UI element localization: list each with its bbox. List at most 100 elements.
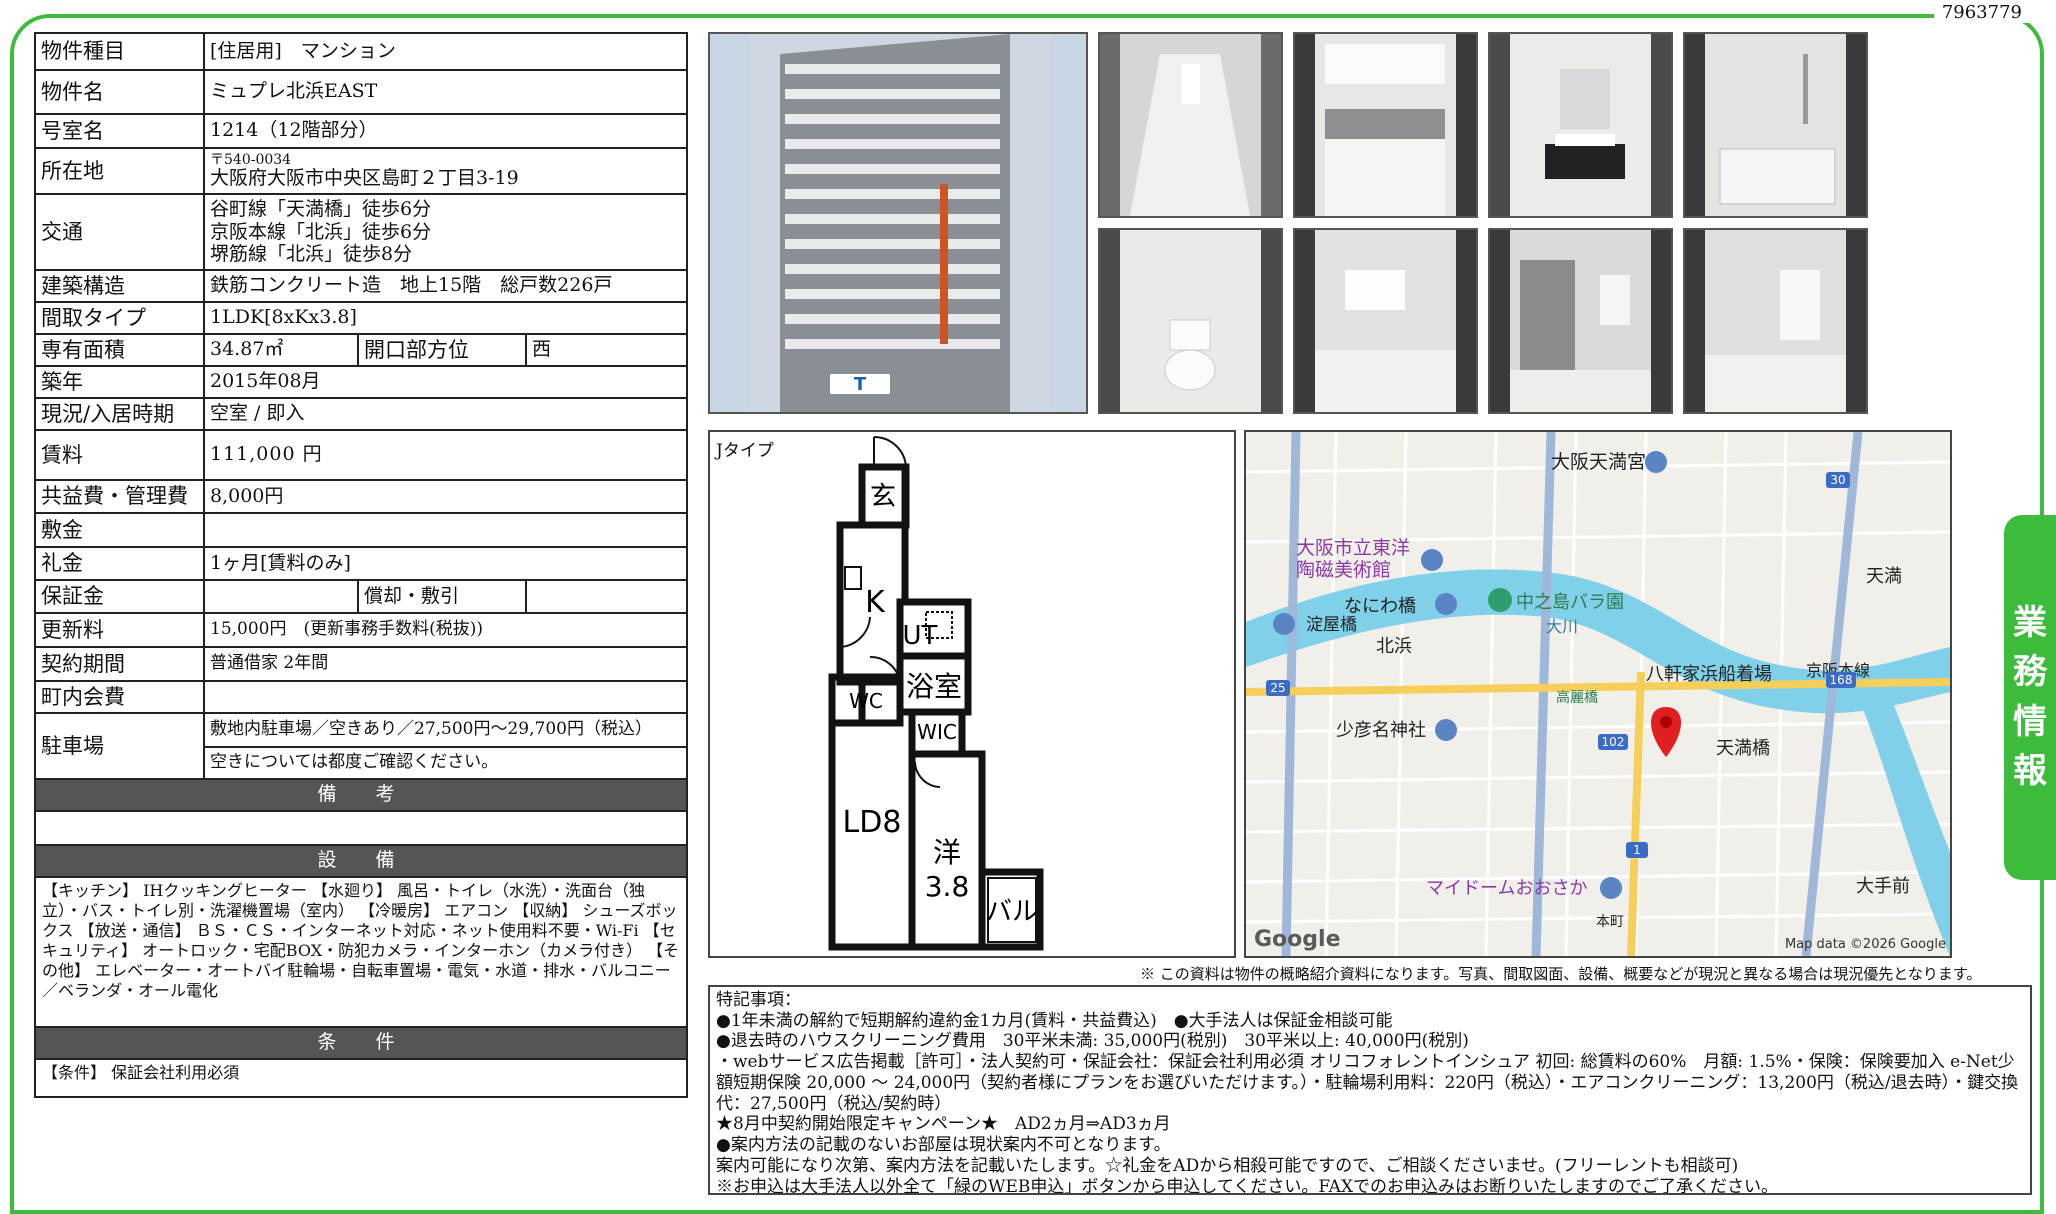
map-copyright: Map data ©2026 Google [1785,937,1946,952]
deposit-value [202,512,689,548]
room-bath: 浴室 [906,670,962,703]
town-label: 町内会費 [34,680,205,714]
notes-line: 案内可能になり次第、案内方法を記載いたします。☆礼金をADから相殺可能ですので、… [716,1155,1739,1176]
room-wc: WC [849,689,883,713]
route-shield: 168 [1830,673,1853,687]
notes-line: ※お申込は大手法人以外全て「緑のWEB申込」ボタンから申込してください。FAXで… [716,1176,1779,1195]
living-photo-2[interactable] [1488,228,1673,414]
parking-value-2: 空きについては都度ご確認ください。 [202,746,689,780]
type-value: [住居用] マンション [202,32,689,71]
contract-value: 普通借家 2年間 [202,646,689,682]
living-image-1 [1295,230,1476,412]
contract-label: 契約期間 [34,646,205,682]
svg-text:T: T [854,374,867,395]
floorplan-drawing: 玄 K UT WC 浴室 WIC LD8 洋 3.8 バル [828,435,1044,951]
address-cell: 〒540-0034 大阪府大阪市中央区島町２丁目3-19 [202,147,689,195]
business-info-tab[interactable]: 業 務 情 報 [2004,515,2056,880]
name-label: 物件名 [34,69,205,115]
address-label: 所在地 [34,147,205,195]
type-label: 物件種目 [34,32,205,71]
room-western: 洋 [933,836,961,869]
map-label: マイドームおおさか [1426,878,1587,899]
room-western-size: 3.8 [925,870,970,903]
map-label: なにわ橋 [1344,596,1416,617]
notes-line: ●1年未満の解約で短期解約違約金1カ月(賃料・共益費込) ●大手法人は保証金相談… [716,1010,1393,1031]
keymoney-value: 1ヶ月[賃料のみ] [202,546,689,581]
living-photo-1[interactable] [1293,228,1478,414]
room-ld: LD8 [843,805,902,840]
conditions-text: 【条件】 保証会社利用必須 [33,1058,689,1098]
map-label: 天満 [1866,566,1902,587]
rent-value: 111,000 円 [202,429,689,481]
area-label: 専有面積 [34,333,205,367]
notes-line: 特記事項： [716,990,801,1010]
map-label: 高麗橋 [1556,689,1598,706]
status-value: 空室 / 即入 [202,397,689,431]
map-label: 少彦名神社 [1336,720,1426,741]
living-photo-3[interactable] [1683,228,1868,414]
room-label: 号室名 [34,113,205,149]
bathroom-photo[interactable] [1683,32,1868,218]
guarantee-label: 保証金 [34,579,205,614]
location-map[interactable]: 大阪天満宮 大阪市立東洋 陶磁美術館 なにわ橋 中之島バラ園 淀屋橋 北浜 大川… [1244,430,1952,958]
layout-label: 間取タイプ [34,301,205,335]
deposit-label: 敷金 [34,512,205,548]
map-label: 八軒家浜船着場 [1646,664,1772,685]
transit-label: 交通 [34,193,205,271]
parking-value-1: 敷地内駐車場／空きあり／27,500円〜29,700円（税込） [202,712,689,748]
living-image-3 [1685,230,1866,412]
bathroom-image [1685,34,1866,216]
remarks-header: 備 考 [33,778,689,812]
building-exterior-photo[interactable]: T [708,32,1088,414]
map-canvas: 大阪天満宮 大阪市立東洋 陶磁美術館 なにわ橋 中之島バラ園 淀屋橋 北浜 大川… [1246,432,1950,956]
special-notes: 特記事項： ●1年未満の解約で短期解約違約金1カ月(賃料・共益費込) ●大手法人… [708,985,2032,1195]
conditions-header: 条 件 [33,1026,689,1060]
notes-line: ●案内方法の記載のないお部屋は現状案内不可となります。 [716,1135,1171,1156]
sidetab-char: 業 [2013,602,2047,643]
room-genkan: 玄 [870,482,896,512]
document-id: 7963779 [1933,2,2030,23]
renewal-value: 15,000円 (更新事務手数料(税抜)) [202,612,689,648]
corridor-image [1100,34,1281,216]
living-image-2 [1490,230,1671,412]
washroom-photo[interactable] [1488,32,1673,218]
corridor-photo[interactable] [1098,32,1283,218]
structure-label: 建築構造 [34,269,205,303]
transit-line: 谷町線「天満橋」徒歩6分 [210,197,432,220]
parking-label: 駐車場 [34,712,205,780]
equipment-header: 設 備 [33,844,689,878]
toilet-photo[interactable] [1098,228,1283,414]
status-label: 現況/入居時期 [34,397,205,431]
transit-line: 京阪本線「北浜」徒歩6分 [210,220,432,243]
equipment-text: 【キッチン】 IHクッキングヒーター 【水廻り】 風呂・トイレ（水洗）・洗面台（… [33,876,689,1028]
route-shield: 30 [1830,473,1845,487]
kitchen-photo[interactable] [1293,32,1478,218]
map-label: 大手前 [1856,876,1910,897]
built-value: 2015年08月 [202,365,689,399]
map-label: 大阪市立東洋 [1296,537,1410,559]
room-kitchen: K [865,585,886,620]
town-value [202,680,689,714]
amort-value [524,579,689,614]
property-info-table: 物件種目 [住居用] マンション 物件名 ミュプレ北浜EAST 号室名 1214（12… [33,32,689,1098]
built-label: 築年 [34,365,205,399]
room-wic: WIC [917,720,957,744]
name-value: ミュプレ北浜EAST [202,69,689,115]
map-label: 大川 [1546,617,1578,636]
notes-line: ・webサービス広告掲載［許可］・法人契約可・保証会社：保証会社利用必須 オリコ… [716,1052,2019,1114]
transit-line: 堺筋線「北浜」徒歩8分 [210,243,413,266]
sidetab-char: 務 [2013,652,2047,693]
google-logo: Google [1254,927,1341,952]
route-shield: 1 [1633,843,1641,857]
sidetab-char: 情 [2013,701,2047,742]
map-label: 陶磁美術館 [1296,559,1391,581]
direction-value: 西 [524,333,689,367]
remarks-cell [33,810,689,846]
map-label: 大阪天満宮 [1551,451,1646,473]
renewal-label: 更新料 [34,612,205,648]
map-label: 淀屋橋 [1306,615,1357,635]
washroom-image [1490,34,1671,216]
room-ut: UT [903,621,938,651]
transit-cell: 谷町線「天満橋」徒歩6分 京阪本線「北浜」徒歩6分 堺筋線「北浜」徒歩8分 [202,193,689,271]
sidetab-char: 報 [2013,750,2047,791]
